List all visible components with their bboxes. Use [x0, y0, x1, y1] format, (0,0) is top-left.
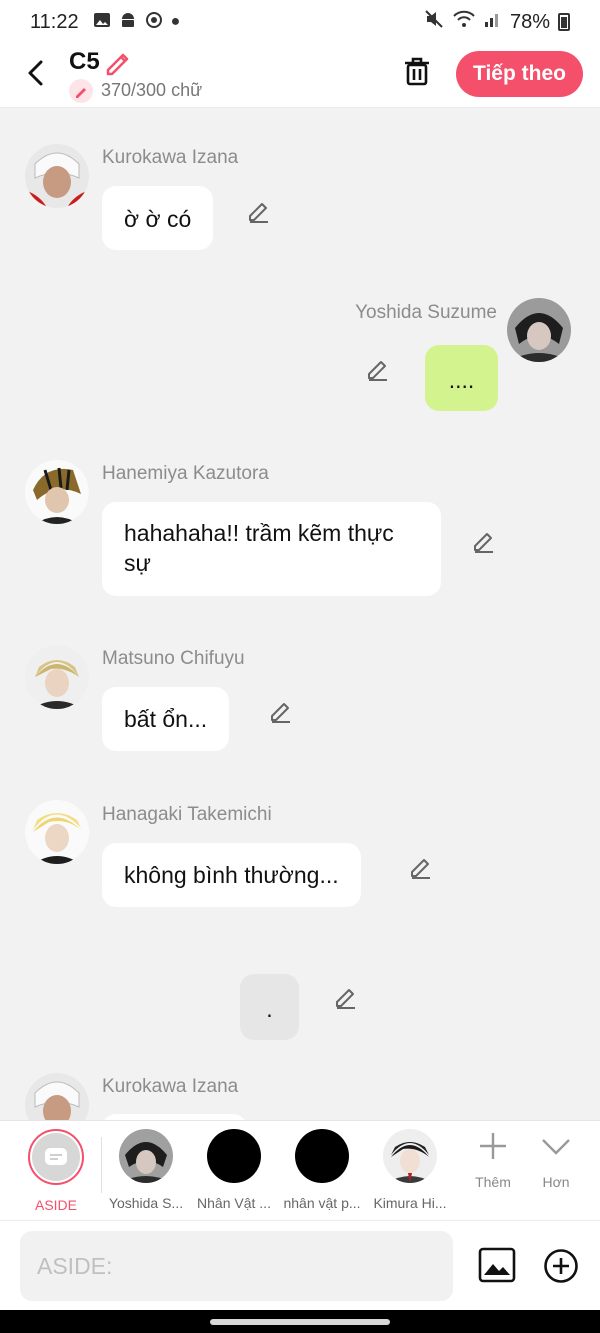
character-avatar	[119, 1129, 173, 1183]
android-notification-icon	[119, 11, 137, 34]
pencil-icon	[106, 53, 129, 76]
sender-name: Yoshida Suzume	[355, 302, 497, 323]
home-indicator[interactable]	[210, 1319, 390, 1325]
expand-button[interactable]: Hơn	[526, 1131, 586, 1190]
aside-avatar	[28, 1129, 84, 1185]
battery-percent: 78%	[509, 10, 550, 33]
avatar-yoshida-suzume[interactable]	[507, 298, 571, 362]
divider	[101, 1137, 102, 1193]
character-label: Nhân Vật ...	[197, 1195, 271, 1211]
character-aside[interactable]: ASIDE	[16, 1129, 96, 1213]
top-app-bar: C5 370/300 chữ Tiếp theo	[0, 44, 600, 108]
aperture-notification-icon	[145, 11, 163, 34]
character-kimura[interactable]: Kimura Hi...	[370, 1129, 450, 1211]
chevron-down-icon	[542, 1139, 570, 1155]
edit-message-button[interactable]	[333, 984, 359, 1010]
edit-message-button[interactable]	[471, 528, 497, 554]
add-button[interactable]	[543, 1248, 579, 1284]
pencil-icon	[271, 703, 290, 723]
sender-name: Kurokawa Izana	[102, 147, 239, 168]
character-avatar	[295, 1129, 349, 1183]
character-selector: ASIDE Yoshida S... Nhân Vật ... nhân vật…	[0, 1120, 600, 1220]
sender-name: Matsuno Chifuyu	[102, 648, 245, 669]
less-label: Hơn	[542, 1174, 570, 1190]
message-bubble[interactable]: ờ ờ có	[102, 186, 214, 250]
plus-circle-icon	[544, 1249, 578, 1283]
pencil-icon	[249, 203, 268, 223]
message-bubble[interactable]: bất ổn...	[102, 687, 230, 751]
status-right: 78%	[424, 9, 570, 35]
character-yoshida[interactable]: Yoshida S...	[106, 1129, 186, 1211]
composer	[0, 1220, 600, 1310]
edit-message-button[interactable]	[365, 356, 391, 382]
sender-name: Kurokawa Izana	[102, 1076, 239, 1097]
back-button[interactable]	[22, 58, 52, 88]
system-nav-bar	[0, 1310, 600, 1333]
mute-icon	[424, 9, 444, 35]
image-icon	[478, 1247, 516, 1283]
word-count: 370/300 chữ	[101, 80, 203, 100]
trash-icon	[405, 57, 429, 86]
pencil-icon	[411, 859, 430, 879]
sender-name: Hanagaki Takemichi	[102, 804, 272, 825]
dot-notification-icon: ●	[170, 13, 181, 30]
edit-title-button[interactable]	[104, 48, 134, 76]
more-label: Thêm	[475, 1174, 511, 1190]
avatar-matsuno-chifuyu[interactable]	[25, 645, 89, 709]
plus-icon	[480, 1133, 506, 1159]
battery-icon	[558, 13, 570, 31]
aside-bubble[interactable]: .	[240, 974, 299, 1040]
avatar-kurokawa-izana[interactable]	[25, 1073, 89, 1120]
character-label: Kimura Hi...	[373, 1195, 447, 1211]
edit-message-button[interactable]	[408, 854, 434, 880]
status-time: 11:22	[30, 10, 79, 33]
message-bubble[interactable]: hahahaha!! trầm kẽm thực sự	[102, 502, 441, 596]
pencil-icon	[368, 361, 387, 381]
chat-area[interactable]: Kurokawa Izana ờ ờ có Yoshida Suzume ...…	[0, 108, 600, 1120]
avatar-hanagaki-takemichi[interactable]	[25, 800, 89, 864]
more-characters-button[interactable]: Thêm	[463, 1131, 523, 1190]
character-nhan-vat[interactable]: Nhân Vật ...	[194, 1129, 274, 1211]
message-bubble-own[interactable]: ....	[425, 345, 498, 411]
word-count-icon	[69, 79, 93, 103]
avatar-kurokawa-izana[interactable]	[25, 144, 89, 208]
status-bar: 11:22 ● 78%	[0, 0, 600, 44]
wifi-icon	[452, 9, 476, 35]
pencil-icon	[474, 533, 493, 553]
chapter-title[interactable]: C5	[69, 48, 100, 76]
sender-name: Hanemiya Kazutora	[102, 463, 269, 484]
character-avatar	[383, 1129, 437, 1183]
edit-message-button[interactable]	[268, 698, 294, 724]
gallery-notification-icon	[93, 11, 111, 34]
character-nhan-vat-p[interactable]: nhân vật p...	[282, 1129, 362, 1211]
avatar-hanemiya-kazutora[interactable]	[25, 460, 89, 524]
character-label: Yoshida S...	[108, 1195, 184, 1211]
edit-message-button[interactable]	[246, 198, 272, 224]
chevron-left-icon	[28, 60, 43, 86]
next-button[interactable]: Tiếp theo	[456, 51, 583, 97]
chat-bubble-icon	[45, 1148, 67, 1165]
message-input[interactable]	[20, 1231, 453, 1301]
character-label: nhân vật p...	[283, 1195, 361, 1211]
delete-button[interactable]	[400, 54, 434, 88]
message-bubble[interactable]: không bình thường...	[102, 843, 361, 907]
insert-image-button[interactable]	[478, 1247, 516, 1283]
signal-icon	[484, 10, 502, 34]
character-avatar	[207, 1129, 261, 1183]
character-label: ASIDE	[34, 1197, 77, 1213]
pencil-icon	[336, 989, 355, 1009]
